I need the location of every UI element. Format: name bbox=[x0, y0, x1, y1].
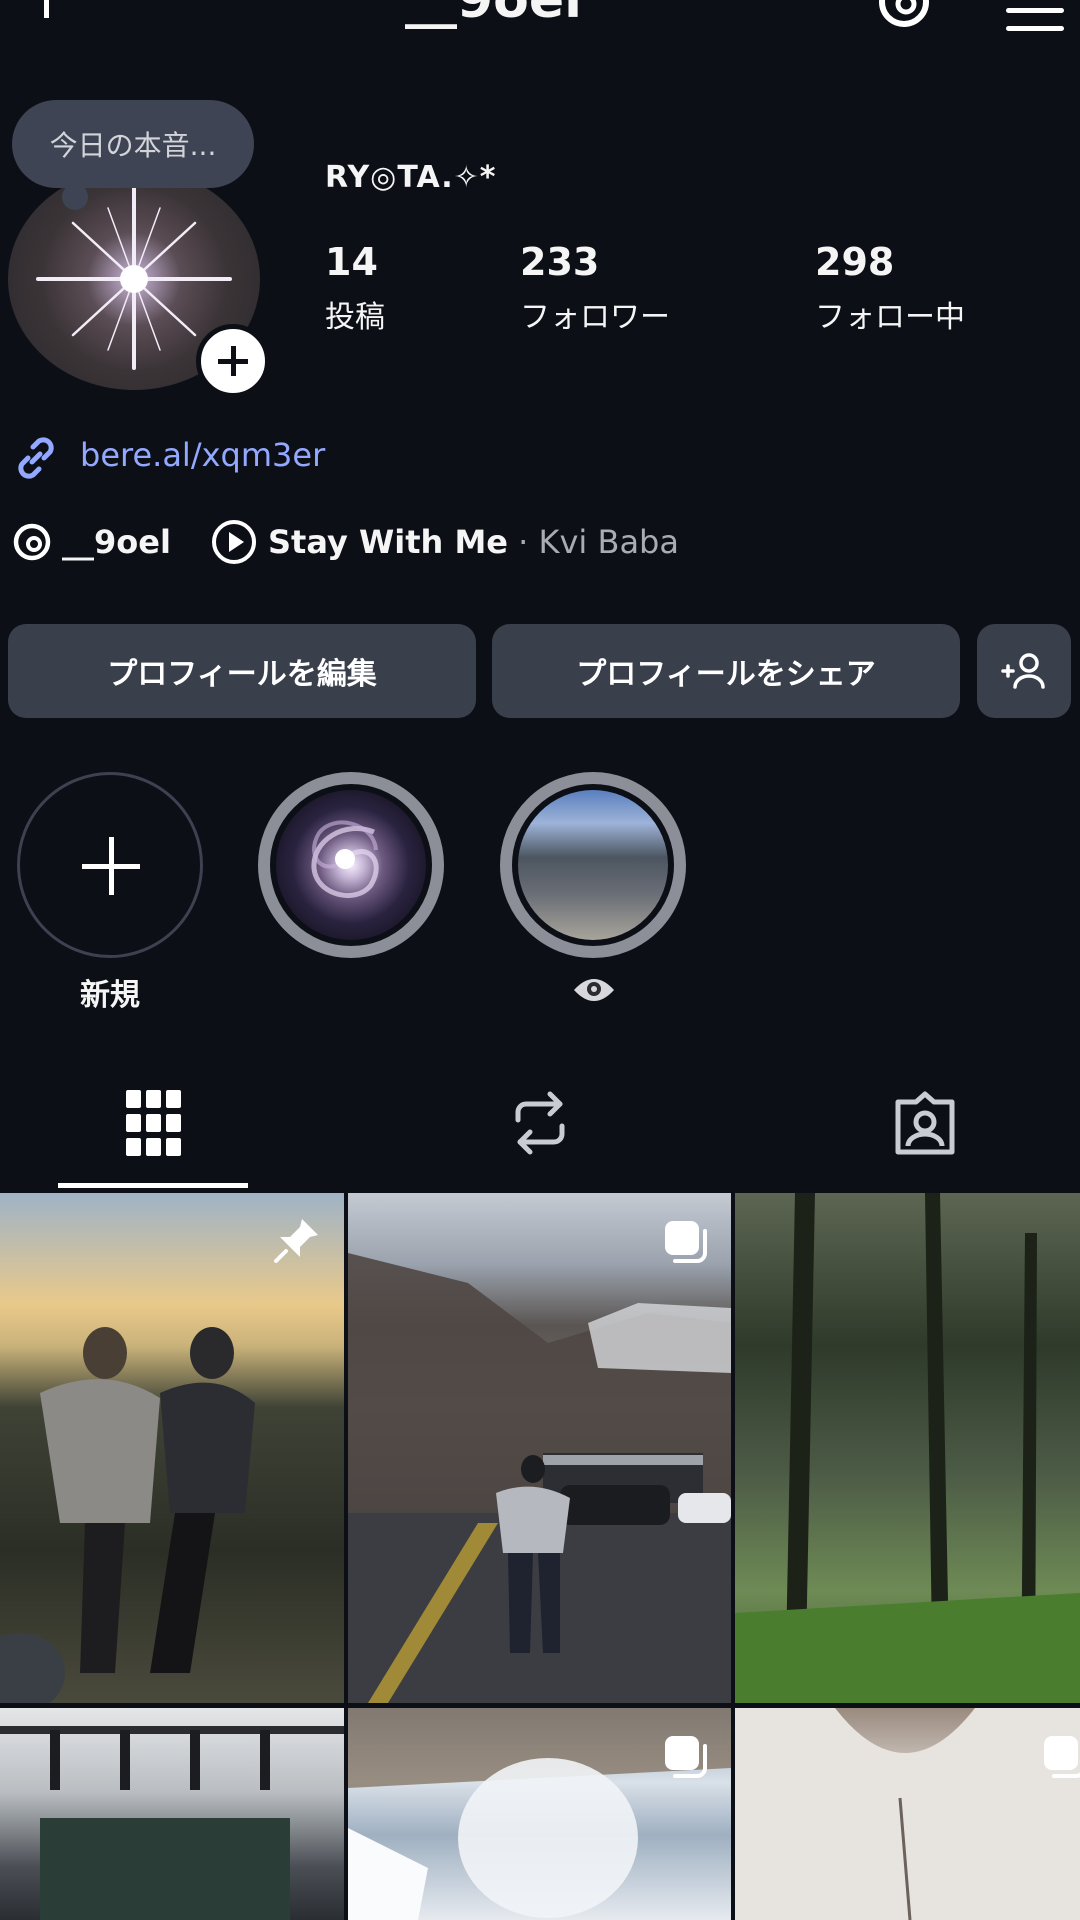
stat-following-label: フォロー中 bbox=[815, 300, 965, 335]
discover-people-button[interactable] bbox=[977, 624, 1071, 718]
post-thumbnail[interactable] bbox=[735, 1708, 1080, 1920]
grid-icon bbox=[126, 1090, 181, 1156]
header-username-text: __9oel bbox=[405, 0, 582, 30]
create-post-icon[interactable] bbox=[22, 0, 70, 18]
stat-posts-label: 投稿 bbox=[325, 300, 385, 335]
post-thumbnail[interactable] bbox=[348, 1193, 731, 1703]
profile-music[interactable]: Stay With Me · Kvi Baba bbox=[268, 523, 679, 561]
tab-active-indicator bbox=[58, 1183, 248, 1188]
note-text: 今日の本音... bbox=[49, 129, 217, 162]
bio-link[interactable]: bere.al/xqm3er bbox=[80, 436, 325, 474]
link-icon bbox=[10, 432, 62, 488]
threads-badge-icon[interactable] bbox=[10, 520, 54, 568]
carousel-icon bbox=[661, 1732, 711, 1786]
tab-grid[interactable] bbox=[126, 1090, 182, 1160]
tab-tagged[interactable] bbox=[892, 1090, 958, 1160]
share-profile-button[interactable]: プロフィールをシェア bbox=[492, 624, 960, 718]
carousel-icon bbox=[1040, 1732, 1080, 1786]
add-story-icon[interactable] bbox=[196, 324, 270, 398]
repost-icon bbox=[515, 1091, 565, 1155]
play-icon[interactable] bbox=[210, 518, 258, 570]
post-thumbnail[interactable] bbox=[0, 1708, 344, 1920]
stat-posts[interactable]: 14 投稿 bbox=[325, 240, 385, 336]
pin-icon bbox=[272, 1215, 322, 1269]
stat-followers-count: 233 bbox=[520, 240, 600, 284]
header-username[interactable]: __9oel ⌄ bbox=[405, 0, 625, 30]
chevron-down-icon: ⌄ bbox=[600, 0, 625, 5]
highlight-new-label: 新規 bbox=[80, 978, 140, 1013]
stat-following[interactable]: 298 フォロー中 bbox=[815, 240, 965, 336]
highlight-galaxy[interactable] bbox=[258, 772, 444, 958]
stat-followers-label: フォロワー bbox=[520, 300, 670, 335]
eye-location-icon bbox=[572, 970, 616, 1014]
edit-profile-button[interactable]: プロフィールを編集 bbox=[8, 624, 476, 718]
post-thumbnail[interactable] bbox=[0, 1193, 344, 1703]
add-person-icon bbox=[1001, 653, 1045, 689]
menu-icon[interactable] bbox=[1006, 0, 1064, 31]
tagged-icon bbox=[895, 1091, 955, 1155]
threads-username[interactable]: __9oel bbox=[62, 523, 171, 561]
note-bubble[interactable]: 今日の本音... bbox=[12, 100, 254, 210]
tab-reposts[interactable] bbox=[510, 1090, 570, 1160]
stat-posts-count: 14 bbox=[325, 240, 378, 284]
song-title: Stay With Me bbox=[268, 523, 508, 561]
display-name: RY◎TA.✧* bbox=[325, 160, 497, 195]
stat-followers[interactable]: 233 フォロワー bbox=[520, 240, 670, 336]
song-artist: · Kvi Baba bbox=[507, 523, 679, 561]
highlight-new[interactable] bbox=[17, 772, 203, 958]
post-thumbnail[interactable] bbox=[348, 1708, 731, 1920]
post-thumbnail[interactable] bbox=[735, 1193, 1080, 1703]
highlight-snow[interactable] bbox=[500, 772, 686, 958]
stat-following-count: 298 bbox=[815, 240, 895, 284]
carousel-icon bbox=[661, 1217, 711, 1271]
threads-icon[interactable] bbox=[874, 0, 934, 32]
